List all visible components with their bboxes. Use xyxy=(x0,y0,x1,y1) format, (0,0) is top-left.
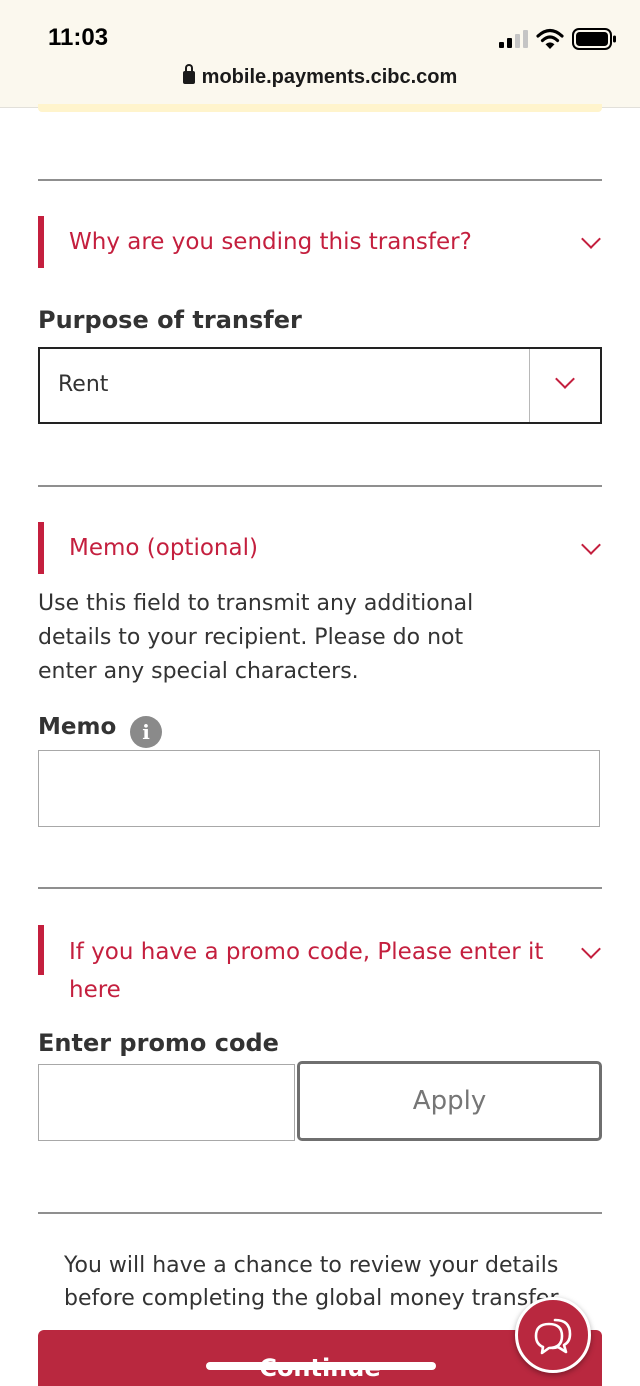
purpose-section-header[interactable]: Why are you sending this transfer? xyxy=(38,216,602,268)
notice-strip xyxy=(38,104,602,112)
memo-section-header[interactable]: Memo (optional) xyxy=(38,522,602,574)
section-divider xyxy=(38,179,602,181)
chevron-down-icon[interactable] xyxy=(581,939,601,959)
review-notice: You will have a chance to review your de… xyxy=(64,1253,564,1311)
promo-field-label: Enter promo code xyxy=(38,1029,279,1057)
purpose-select-value: Rent xyxy=(58,372,109,397)
memo-field-label: Memo xyxy=(38,714,117,740)
home-indicator xyxy=(206,1362,436,1370)
url-bar[interactable]: mobile.payments.cibc.com xyxy=(0,64,640,89)
status-icons xyxy=(499,26,618,52)
section-divider xyxy=(38,485,602,487)
purpose-select[interactable]: Rent xyxy=(38,347,602,424)
chevron-down-icon[interactable] xyxy=(581,535,601,555)
section-accent-bar xyxy=(38,522,44,574)
purpose-section-title: Why are you sending this transfer? xyxy=(69,229,472,255)
select-separator xyxy=(529,349,530,422)
apply-button[interactable]: Apply xyxy=(297,1061,602,1141)
status-time: 11:03 xyxy=(48,24,109,51)
chat-button[interactable] xyxy=(515,1297,591,1373)
memo-help-text: Use this field to transmit any additiona… xyxy=(38,591,474,684)
wifi-icon xyxy=(536,28,564,49)
chevron-down-icon[interactable] xyxy=(555,369,575,389)
url-text: mobile.payments.cibc.com xyxy=(201,66,458,88)
promo-code-input[interactable] xyxy=(38,1064,295,1141)
lock-icon xyxy=(182,64,195,84)
signal-icon xyxy=(499,30,528,48)
section-accent-bar xyxy=(38,925,44,975)
section-accent-bar xyxy=(38,216,44,268)
memo-section-title: Memo (optional) xyxy=(69,535,258,561)
battery-icon xyxy=(572,28,616,50)
purpose-field-label: Purpose of transfer xyxy=(38,306,302,334)
promo-section-title-line1: If you have a promo code, Please enter i… xyxy=(69,939,544,965)
browser-top-bar: 11:03 mobile.payments.cibc.com xyxy=(0,0,640,108)
promo-section-title-line2: here xyxy=(69,977,121,1003)
chat-icon xyxy=(534,1318,572,1355)
chevron-down-icon[interactable] xyxy=(581,229,601,249)
promo-section-header[interactable]: If you have a promo code, Please enter i… xyxy=(38,925,602,1003)
info-icon[interactable]: i xyxy=(130,716,162,748)
section-divider xyxy=(38,1212,602,1214)
section-divider xyxy=(38,887,602,889)
memo-input[interactable] xyxy=(38,750,600,827)
